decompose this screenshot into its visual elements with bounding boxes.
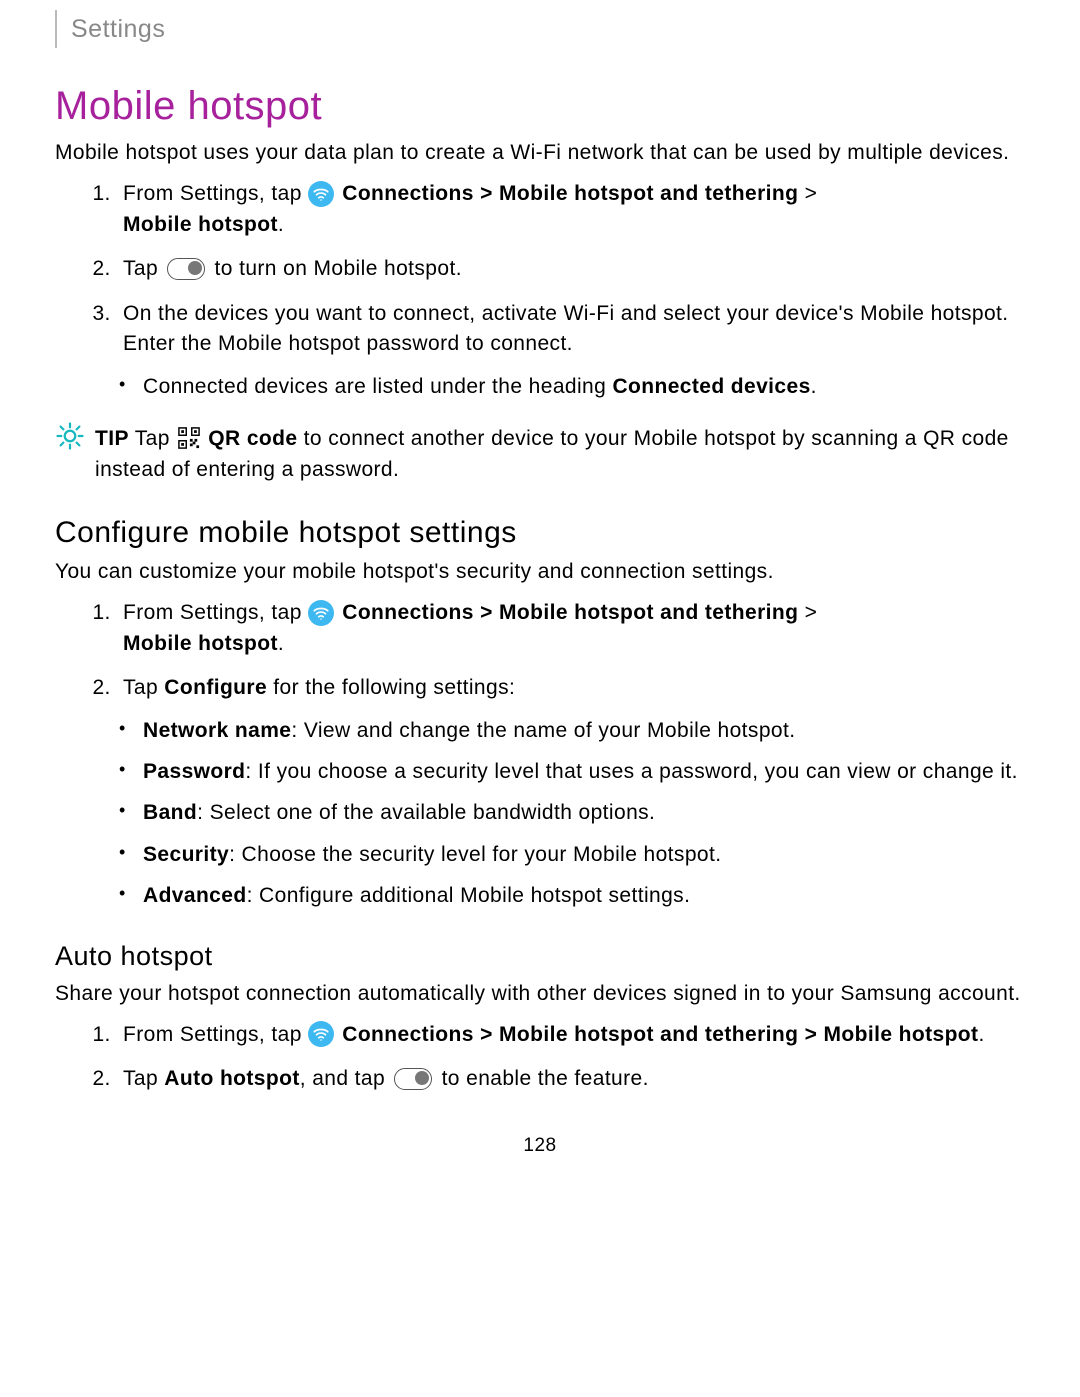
auto-steps-list: From Settings, tap Connections > Mobile … [55, 1020, 1025, 1095]
step-2: Tap to turn on Mobile hotspot. [117, 254, 1025, 284]
connections-label: Connections [342, 601, 474, 624]
pwd-label: Password [143, 760, 245, 783]
tip-prefix: Tap [129, 427, 176, 450]
cfg-s2-prefix: Tap [123, 676, 164, 699]
mobile-hotspot-label: Mobile hotspot [824, 1023, 979, 1046]
intro-paragraph: Mobile hotspot uses your data plan to cr… [55, 139, 1025, 167]
step2-prefix: Tap [123, 257, 164, 280]
auto-hotspot-heading: Auto hotspot [55, 941, 1025, 972]
p: . [811, 375, 817, 398]
qr-code-icon [178, 427, 200, 449]
mht-label: Mobile hotspot and tethering [499, 601, 798, 624]
configure-intro: You can customize your mobile hotspot's … [55, 558, 1025, 586]
period: . [278, 632, 284, 655]
config-step-2: Tap Configure for the following settings… [117, 673, 1025, 910]
auto-hotspot-intro: Share your hotspot connection automatica… [55, 980, 1025, 1008]
adv-text: : Configure additional Mobile hotspot se… [247, 884, 691, 907]
opt-band: Band: Select one of the available bandwi… [143, 798, 1025, 827]
netname-label: Network name [143, 719, 291, 742]
period: . [978, 1023, 984, 1046]
adv-label: Advanced [143, 884, 247, 907]
cfg-s2-suffix: for the following settings: [267, 676, 515, 699]
sep2: > [805, 601, 818, 624]
mobile-hotspot-label: Mobile hotspot [123, 632, 278, 655]
tip-label: TIP [95, 427, 129, 450]
toggle-icon [394, 1068, 432, 1090]
band-label: Band [143, 801, 197, 824]
sec-label: Security [143, 843, 229, 866]
mht-label: Mobile hotspot and tethering [499, 182, 798, 205]
connections-icon [308, 181, 334, 207]
auto-s2-prefix: Tap [123, 1067, 164, 1090]
step1-prefix: From Settings, tap [123, 182, 308, 205]
period: . [278, 213, 284, 236]
cfg-s1-prefix: From Settings, tap [123, 601, 308, 624]
auto-step-2: Tap Auto hotspot, and tap to enable the … [117, 1064, 1025, 1094]
step2-suffix: to turn on Mobile hotspot. [215, 257, 462, 280]
tip-block: TIP Tap QR code to connect another devi [55, 423, 1025, 486]
qr-code-label: QR code [208, 427, 297, 450]
connections-label: Connections [342, 182, 474, 205]
step3-text: On the devices you want to connect, acti… [123, 302, 1009, 355]
step-3: On the devices you want to connect, acti… [117, 299, 1025, 401]
band-text: : Select one of the available bandwidth … [197, 801, 655, 824]
mobile-hotspot-label: Mobile hotspot [123, 213, 278, 236]
tip-text: TIP Tap QR code to connect another devi [95, 423, 1025, 486]
opt-advanced: Advanced: Configure additional Mobile ho… [143, 881, 1025, 910]
connections-label: Connections [342, 1023, 474, 1046]
pwd-text: : If you choose a security level that us… [245, 760, 1017, 783]
config-step-1: From Settings, tap Connections > Mobile … [117, 598, 1025, 659]
sec-text: : Choose the security level for your Mob… [229, 843, 721, 866]
connections-icon [308, 600, 334, 626]
tip-lightbulb-icon [55, 421, 85, 451]
configure-steps-list: From Settings, tap Connections > Mobile … [55, 598, 1025, 910]
page-number: 128 [55, 1135, 1025, 1157]
breadcrumb-text: Settings [71, 15, 165, 44]
sep: > [480, 182, 499, 205]
auto-s2-suffix: to enable the feature. [442, 1067, 649, 1090]
toggle-icon [167, 258, 205, 280]
configure-label: Configure [164, 676, 267, 699]
sep2: > [805, 182, 818, 205]
mht-label: Mobile hotspot and tethering [499, 1023, 798, 1046]
sep: > [480, 1023, 499, 1046]
opt-password: Password: If you choose a security level… [143, 757, 1025, 786]
opt-network-name: Network name: View and change the name o… [143, 716, 1025, 745]
auto-step-1: From Settings, tap Connections > Mobile … [117, 1020, 1025, 1050]
opt-security: Security: Choose the security level for … [143, 840, 1025, 869]
auto-hotspot-label: Auto hotspot [164, 1067, 299, 1090]
main-steps-list: From Settings, tap Connections > Mobile … [55, 179, 1025, 401]
configure-options-list: Network name: View and change the name o… [123, 716, 1025, 911]
netname-text: : View and change the name of your Mobil… [291, 719, 795, 742]
step-1: From Settings, tap Connections > Mobile … [117, 179, 1025, 240]
sep2: > [805, 1023, 824, 1046]
breadcrumb: Settings [55, 10, 1025, 48]
step3-sublist: Connected devices are listed under the h… [123, 372, 1025, 401]
connected-devices-label: Connected devices [612, 375, 810, 398]
sep: > [480, 601, 499, 624]
connections-icon [308, 1021, 334, 1047]
auto-s1-prefix: From Settings, tap [123, 1023, 308, 1046]
configure-heading: Configure mobile hotspot settings [55, 516, 1025, 550]
step3-sub-prefix: Connected devices are listed under the h… [143, 375, 612, 398]
page-title: Mobile hotspot [55, 84, 1025, 129]
step3-sub-item: Connected devices are listed under the h… [143, 372, 1025, 401]
auto-s2-mid: , and tap [300, 1067, 392, 1090]
